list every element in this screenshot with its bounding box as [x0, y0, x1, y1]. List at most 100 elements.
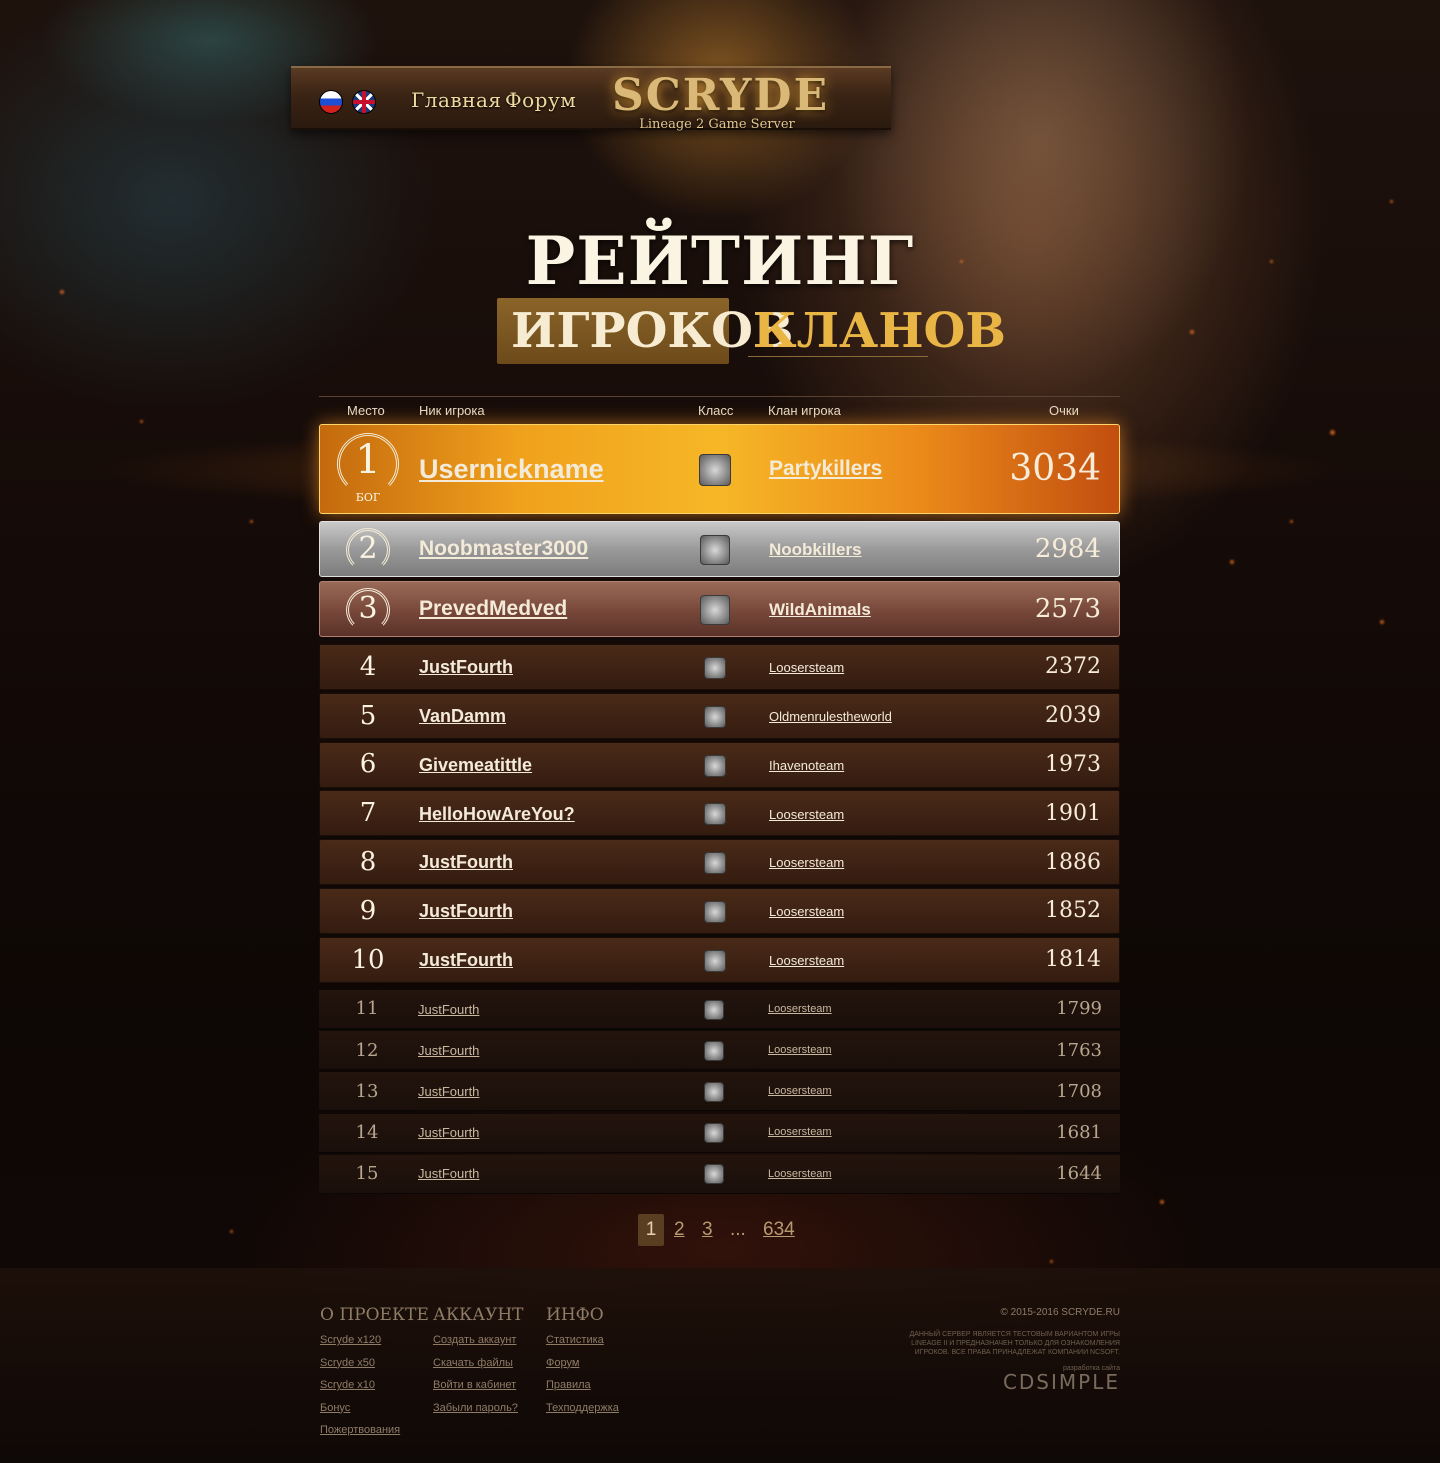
- clan-link[interactable]: Loosersteam: [769, 660, 844, 675]
- clan-link[interactable]: Noobkillers: [769, 540, 862, 560]
- footer-link[interactable]: Scryde x50: [320, 1357, 375, 1369]
- class-emblem-icon: [704, 901, 726, 923]
- top-title-badge: БОГ: [355, 491, 381, 504]
- tab-players[interactable]: ИГРОКОВ: [497, 298, 793, 364]
- nav-home-link[interactable]: Главная: [411, 88, 502, 112]
- clan-link[interactable]: Loosersteam: [768, 1126, 832, 1138]
- table-row: 1 БОГ Usernickname Partykillers 3034: [319, 424, 1120, 514]
- page-title: РЕЙТИНГ: [525, 222, 915, 300]
- table-row: 6 Givemeatittle Ihavenoteam 1973: [319, 741, 1120, 788]
- site-logo-subtitle: Lineage 2 Game Server: [639, 117, 795, 132]
- tab-clans[interactable]: КЛАНОВ: [739, 298, 1006, 364]
- footer-link[interactable]: Пожертвования: [320, 1424, 400, 1436]
- footer-link[interactable]: Scryde x10: [320, 1379, 375, 1391]
- site-logo[interactable]: SCRYDE: [612, 70, 827, 121]
- class-emblem-icon: [704, 657, 726, 679]
- class-emblem-icon: [704, 705, 726, 728]
- rank-number: 15: [355, 1163, 379, 1185]
- ember-particle: [1290, 520, 1293, 523]
- footer-link[interactable]: Создать аккаунт: [433, 1334, 516, 1346]
- footer-link[interactable]: Скачать файлы: [433, 1357, 513, 1369]
- class-emblem-icon: [700, 535, 730, 565]
- player-nick-link[interactable]: Noobmaster3000: [419, 537, 588, 561]
- clan-link[interactable]: WildAnimals: [769, 600, 871, 620]
- class-emblem-icon: [704, 803, 726, 826]
- player-nick-link[interactable]: JustFourth: [418, 1002, 479, 1017]
- clan-link[interactable]: Oldmenrulestheworld: [769, 709, 892, 724]
- nav-forum-link[interactable]: Форум: [505, 88, 576, 112]
- player-nick-link[interactable]: JustFourth: [419, 950, 513, 971]
- developer-logo[interactable]: CDSIMPLE: [1003, 1370, 1120, 1394]
- footer-link[interactable]: Статистика: [546, 1334, 604, 1346]
- page-1-button[interactable]: 1: [638, 1214, 664, 1246]
- table-row: 10 JustFourth Loosersteam 1814: [319, 936, 1120, 983]
- footer-link[interactable]: Scryde x120: [320, 1334, 381, 1346]
- clan-link[interactable]: Loosersteam: [768, 1085, 832, 1097]
- rank-number: 10: [351, 944, 385, 975]
- player-nick-link[interactable]: Usernickname: [419, 454, 604, 485]
- points-value: 1886: [1045, 849, 1101, 875]
- clan-link[interactable]: Ihavenoteam: [769, 758, 844, 773]
- clan-link[interactable]: Loosersteam: [768, 1003, 832, 1015]
- player-nick-link[interactable]: Givemeatittle: [419, 755, 532, 776]
- class-emblem-icon: [704, 1040, 724, 1061]
- player-nick-link[interactable]: HelloHowAreYou?: [419, 804, 575, 825]
- footer-link[interactable]: Бонус: [320, 1402, 350, 1414]
- russian-flag-icon[interactable]: [319, 90, 343, 114]
- page-2-button[interactable]: 2: [674, 1214, 685, 1246]
- rating-table-header: Место Ник игрока Класс Клан игрока Очки: [319, 396, 1120, 422]
- player-nick-link[interactable]: JustFourth: [418, 1166, 479, 1181]
- rank-number: 9: [359, 895, 377, 926]
- page-3-button[interactable]: 3: [702, 1214, 713, 1246]
- header-points: Очки: [1049, 403, 1079, 418]
- rank-number: 4: [359, 651, 377, 682]
- rank-number: 12: [355, 1039, 379, 1061]
- clan-link[interactable]: Loosersteam: [769, 855, 844, 870]
- ember-particle: [1330, 430, 1335, 435]
- table-row: 12 JustFourth Loosersteam 1763: [319, 1031, 1120, 1071]
- player-nick-link[interactable]: JustFourth: [419, 657, 513, 678]
- ember-particle: [1390, 200, 1393, 203]
- points-value: 1973: [1045, 751, 1101, 777]
- footer: [0, 1268, 1440, 1463]
- ember-particle: [1380, 620, 1384, 624]
- rank-number: 1: [355, 437, 381, 484]
- footer-link[interactable]: Техподдержка: [546, 1402, 619, 1414]
- player-nick-link[interactable]: JustFourth: [419, 852, 513, 873]
- player-nick-link[interactable]: VanDamm: [419, 706, 506, 727]
- points-value: 2372: [1045, 654, 1101, 680]
- rank-number: 11: [355, 998, 379, 1020]
- player-nick-link[interactable]: JustFourth: [418, 1125, 479, 1140]
- class-emblem-icon: [704, 852, 726, 875]
- clan-link[interactable]: Loosersteam: [769, 904, 844, 919]
- page-last-button[interactable]: 634: [763, 1214, 795, 1246]
- clan-link[interactable]: Loosersteam: [769, 807, 844, 822]
- ember-particle: [140, 420, 143, 423]
- rank-number: 6: [359, 749, 377, 780]
- footer-link[interactable]: Правила: [546, 1379, 591, 1391]
- points-value: 3034: [1009, 447, 1101, 489]
- class-emblem-icon: [704, 949, 726, 972]
- footer-link[interactable]: Войти в кабинет: [433, 1379, 516, 1391]
- footer-link[interactable]: Форум: [546, 1357, 579, 1369]
- footer-link[interactable]: Забыли пароль?: [433, 1402, 518, 1414]
- player-nick-link[interactable]: JustFourth: [419, 901, 513, 922]
- table-row: 11 JustFourth Loosersteam 1799: [319, 990, 1120, 1029]
- clan-link[interactable]: Loosersteam: [768, 1168, 832, 1180]
- english-flag-icon[interactable]: [352, 90, 376, 114]
- rank-number: 7: [359, 798, 377, 829]
- table-row: 7 HelloHowAreYou? Loosersteam 1901: [319, 790, 1120, 837]
- player-nick-link[interactable]: JustFourth: [418, 1043, 479, 1058]
- clan-link[interactable]: Loosersteam: [768, 1044, 832, 1056]
- player-nick-link[interactable]: JustFourth: [418, 1084, 479, 1099]
- player-nick-link[interactable]: PrevedMedved: [419, 597, 567, 621]
- footer-column-title: АККАУНТ: [433, 1305, 524, 1325]
- footer-column-title: О ПРОЕКТЕ: [320, 1305, 429, 1325]
- ember-particle: [1190, 330, 1194, 334]
- rank-number: 13: [355, 1080, 379, 1102]
- clan-link[interactable]: Partykillers: [769, 457, 882, 481]
- footer-column-title: ИНФО: [546, 1305, 604, 1325]
- rank-number: 2: [358, 531, 378, 567]
- header-place: Место: [347, 403, 385, 418]
- clan-link[interactable]: Loosersteam: [769, 953, 844, 968]
